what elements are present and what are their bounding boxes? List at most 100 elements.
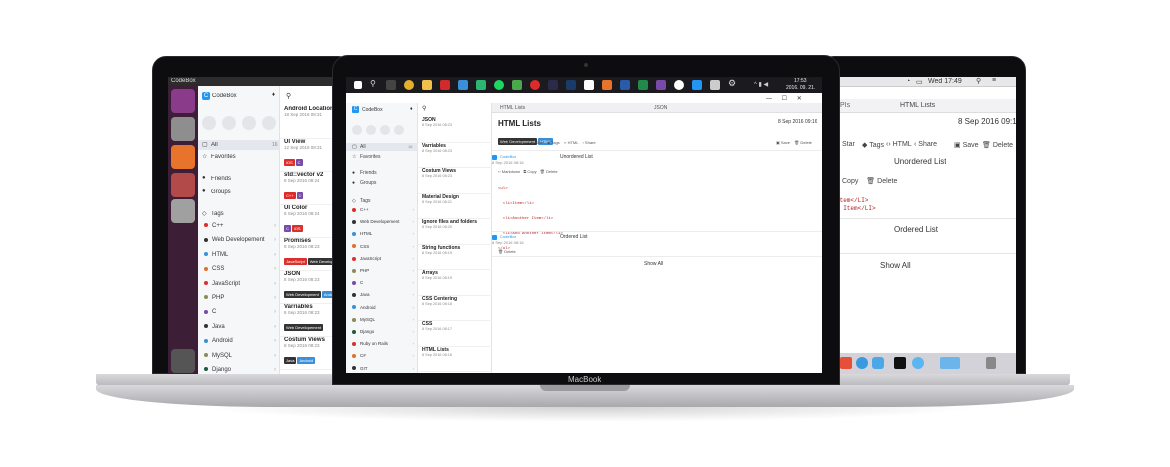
list-item[interactable]: Android Location 18 Sep 2016 08:31 (280, 106, 332, 139)
left-tag-item[interactable]: JavaScript › (198, 281, 280, 295)
left-sidebar-all[interactable]: ▢ All 16 (198, 140, 280, 150)
task-view-icon[interactable] (386, 80, 396, 90)
center-tag-item[interactable]: Django › (346, 329, 418, 341)
center-tag-item[interactable]: C › (346, 280, 418, 292)
list-item-tag[interactable]: Android (321, 291, 332, 298)
list-item-tag[interactable]: C (296, 192, 304, 199)
list-item[interactable]: JSON8 Sep 2016 08:23Web DevelopmentAndro… (280, 271, 332, 304)
center-tag-item[interactable]: MySQL › (346, 317, 418, 329)
windows-search-icon[interactable]: ⚲ (370, 79, 376, 88)
opera-icon[interactable] (530, 80, 540, 90)
list-item[interactable]: JSON 8 Sep 2016 08:23 (418, 117, 492, 143)
list-item[interactable]: Arrays 8 Sep 2016 08:19 (418, 270, 492, 296)
photoshop-icon[interactable] (566, 80, 576, 90)
center-app-name[interactable]: CodeBox (362, 107, 383, 113)
center-tag-item[interactable]: HTML › (346, 231, 418, 243)
list-item[interactable]: Costum Views 8 Sep 2016 08:23 Java Android (280, 337, 332, 370)
left-code-button[interactable] (202, 116, 216, 130)
add-comment-action[interactable]: + Add Comment (498, 140, 527, 145)
center-tag-item[interactable]: CSS › (346, 244, 418, 256)
list-item[interactable]: Material Design 8 Sep 2016 08:21 (418, 194, 492, 219)
right-show-all-button[interactable]: Show All (880, 261, 911, 270)
left-sidebar-friends[interactable]: ● Friends (198, 174, 280, 184)
left-app-name[interactable]: CodeBox (212, 93, 237, 99)
left-tag-item[interactable]: C › (198, 309, 280, 323)
dock-safari-icon[interactable] (856, 357, 868, 369)
list-item[interactable]: UI View 12 Sep 2016 08:31 iOS C (280, 139, 332, 172)
right-tab-active[interactable]: HTML Lists (900, 102, 935, 109)
center-tag-item[interactable]: GIT › (346, 366, 418, 373)
dock-terminal-icon[interactable] (894, 357, 906, 369)
center-save-button[interactable]: ▣ Save (776, 140, 790, 145)
center-show-all-button[interactable]: Show All (644, 261, 663, 267)
left-tag-item[interactable]: HTML › (198, 252, 280, 266)
left-tag-button[interactable] (222, 116, 236, 130)
trash-icon[interactable] (171, 349, 195, 373)
left-tag-item[interactable]: Django › (198, 367, 280, 374)
center-tag-button[interactable] (366, 125, 376, 135)
list-item[interactable]: std::vector v2 8 Sep 2016 08:24 C++ C (280, 172, 332, 205)
spotify-icon[interactable] (494, 80, 504, 90)
star-action[interactable]: ★ Star (531, 140, 543, 145)
ubuntu-dash-icon[interactable] (171, 89, 195, 113)
list-item-tag[interactable]: Web Developement (284, 324, 324, 331)
dock-trash-icon[interactable] (986, 357, 996, 369)
block1-markdown-button[interactable]: ‹› Markdown (498, 169, 520, 174)
left-tag-item[interactable]: PHP › (198, 295, 280, 309)
app-icon[interactable] (512, 80, 522, 90)
list-item[interactable]: UI Color 8 Sep 2016 08:24 CiOS (280, 205, 332, 238)
center-tag-item[interactable]: Web Developement › (346, 219, 418, 231)
block1-copy-button[interactable]: ⧉ Copy (523, 169, 536, 174)
word-icon[interactable] (620, 80, 630, 90)
dock-finder-icon[interactable] (940, 357, 960, 369)
center-tag-item[interactable]: C++ › (346, 207, 418, 219)
center-sidebar-friends[interactable]: ● Friends (346, 169, 418, 177)
list-item[interactable]: HTML Lists 8 Sep 2016 08:16 (418, 347, 492, 372)
firefox-icon[interactable] (171, 145, 195, 169)
left-user-button[interactable] (242, 116, 256, 130)
mac-search-icon[interactable]: ⚲ (976, 77, 981, 85)
minimize-icon[interactable]: — (766, 96, 772, 102)
unity-icon[interactable] (710, 80, 720, 90)
settings-icon[interactable] (171, 173, 195, 197)
center-tag-item[interactable]: JavaScript › (346, 256, 418, 268)
center-sidebar-groups[interactable]: ● Groups (346, 179, 418, 187)
center-delete-button[interactable]: 🗑 Delete (794, 140, 812, 145)
dock-calendar-icon[interactable] (840, 357, 852, 369)
right-delete2-button[interactable]: 🗑 Delete (866, 178, 897, 185)
right-delete-button[interactable]: 🗑 Delete (982, 141, 1013, 149)
windows-start-icon[interactable] (354, 81, 362, 89)
illustrator-icon[interactable] (548, 80, 558, 90)
list-item-tag[interactable]: Web Develop (307, 258, 332, 265)
list-item-tag[interactable]: JavaScript (284, 258, 307, 265)
center-bell-icon[interactable]: ♦ (410, 106, 413, 112)
list-item[interactable]: Costum Views 8 Sep 2016 08:23 (418, 168, 492, 194)
github-icon[interactable] (674, 80, 684, 90)
right-copy-button[interactable]: Copy (842, 178, 858, 185)
center-search-icon[interactable]: ⚲ (422, 105, 426, 112)
center-sidebar-all[interactable]: ▢ All 16 (346, 143, 418, 151)
maximize-icon[interactable]: ☐ (782, 96, 787, 102)
left-tag-item[interactable]: Java › (198, 324, 280, 338)
acrobat-icon[interactable] (440, 80, 450, 90)
ppt-icon[interactable] (602, 80, 612, 90)
text-editor-icon[interactable] (171, 199, 195, 223)
chrome-icon[interactable] (404, 80, 414, 90)
left-sidebar-groups[interactable]: ● Groups (198, 187, 280, 197)
codebox-task-icon[interactable] (692, 80, 702, 90)
maps-icon[interactable] (476, 80, 486, 90)
files-icon[interactable] (171, 117, 195, 141)
left-bell-icon[interactable]: ♦ (272, 92, 275, 98)
share-action[interactable]: ‹ Share (582, 140, 595, 145)
left-tag-item[interactable]: Web Developement › (198, 237, 280, 251)
list-item-tag[interactable]: C (284, 225, 291, 232)
list-item-tag[interactable]: iOS (284, 159, 295, 166)
right-tab-partial[interactable]: PIs (840, 102, 850, 109)
right-star-action[interactable]: Star (842, 141, 855, 148)
center-tag-item[interactable]: Android › (346, 305, 418, 317)
list-item[interactable]: Varriables 8 Sep 2016 08:23 (418, 143, 492, 168)
dock-xcode-icon[interactable] (912, 357, 924, 369)
left-sidebar-favorites[interactable]: ☆ Favorites (198, 152, 280, 162)
explorer-icon[interactable] (422, 80, 432, 90)
list-item-tag[interactable]: iOS (291, 225, 303, 232)
